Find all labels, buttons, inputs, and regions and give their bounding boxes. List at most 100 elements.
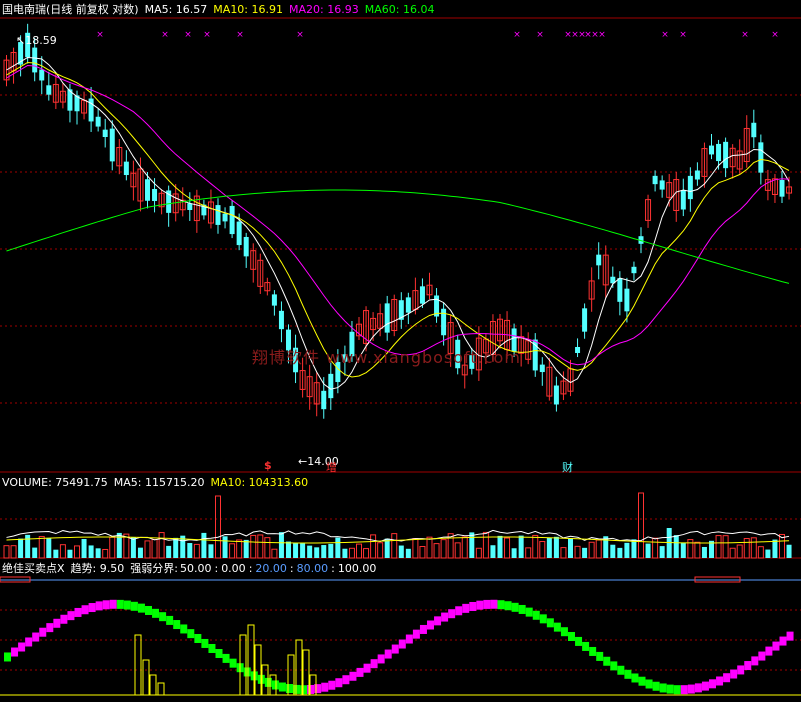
indicator-block bbox=[116, 599, 124, 609]
price-header: 国电南瑞(日线 前复权 对数) MA5: 16.57 MA10: 16.91 MA20… bbox=[2, 3, 440, 16]
candle-down bbox=[187, 203, 193, 211]
candle-down bbox=[321, 390, 327, 410]
volume-bar bbox=[130, 537, 136, 558]
candle-down bbox=[582, 308, 588, 332]
indicator-block bbox=[737, 665, 745, 675]
volume-bar bbox=[95, 548, 101, 558]
volume-bar bbox=[475, 547, 482, 559]
volume-bar bbox=[722, 535, 729, 559]
indicator-block bbox=[645, 679, 653, 689]
x-marker-icon: × bbox=[236, 30, 244, 40]
indicator-block bbox=[469, 601, 477, 611]
volume-bar bbox=[300, 543, 306, 558]
indicator-name[interactable]: 绝佳买卖点X bbox=[2, 562, 65, 575]
indicator-block bbox=[95, 601, 103, 611]
volume-bars[interactable] bbox=[3, 492, 792, 559]
indicator-block bbox=[617, 665, 625, 675]
x-marker-icon: × bbox=[203, 30, 211, 40]
indicator-block bbox=[518, 604, 526, 614]
x-marker-icon: × bbox=[679, 30, 687, 40]
indicator-block bbox=[553, 622, 561, 632]
indicator-block bbox=[152, 608, 160, 618]
x-marker-icon: × bbox=[771, 30, 779, 40]
volume-bar bbox=[765, 549, 771, 558]
volume-bar bbox=[67, 549, 73, 558]
indicator-block bbox=[568, 631, 575, 641]
high-price-label: ↖18.59 bbox=[16, 34, 57, 47]
candle-down bbox=[39, 69, 45, 81]
indicator-block bbox=[342, 675, 350, 685]
volume-bar bbox=[736, 544, 743, 559]
indicator-block bbox=[4, 652, 11, 662]
indicator-block bbox=[130, 601, 138, 611]
indicator-block bbox=[638, 676, 646, 686]
indicator-block bbox=[208, 643, 216, 653]
indicator-block bbox=[624, 669, 632, 679]
indicator-block bbox=[166, 615, 174, 625]
ma60-line bbox=[6, 189, 790, 284]
volume-bar bbox=[377, 542, 384, 559]
ma60-readout: MA60: 16.04 bbox=[364, 3, 435, 16]
x-marker-icon: × bbox=[536, 30, 544, 40]
volume-bar bbox=[208, 544, 214, 558]
volume-bar bbox=[610, 544, 616, 558]
candle-down bbox=[680, 190, 686, 210]
volume-bar bbox=[18, 538, 24, 558]
indicator-block bbox=[314, 684, 322, 694]
volume-bar bbox=[645, 543, 651, 558]
volume-bar bbox=[624, 542, 630, 558]
ma5-line bbox=[6, 56, 790, 390]
candle-down bbox=[709, 145, 714, 155]
top-x-markers: × × × × × × × × × × ×× × × × × × × bbox=[96, 30, 779, 40]
volume-bar bbox=[151, 539, 158, 559]
candle-down bbox=[328, 373, 334, 399]
candle-down bbox=[631, 266, 637, 274]
zeng-marker: 增 bbox=[326, 461, 337, 474]
candle-down bbox=[723, 141, 729, 169]
trend-readout: 趋势: 9.50 bbox=[70, 562, 125, 575]
volume-bar bbox=[243, 539, 249, 558]
boundary-80: 80.00 bbox=[296, 562, 329, 575]
volume-bar bbox=[335, 537, 341, 558]
boundary-title: 强弱分界: bbox=[130, 562, 178, 575]
volume-bar bbox=[687, 539, 694, 559]
volume-bar bbox=[173, 537, 179, 558]
volume-bar bbox=[144, 540, 151, 559]
volume-bar bbox=[652, 537, 659, 559]
volume-bar bbox=[412, 538, 419, 559]
candle-down bbox=[758, 142, 764, 173]
volume-bar bbox=[715, 535, 722, 559]
indicator-block bbox=[539, 614, 547, 624]
volume-bar bbox=[750, 537, 757, 559]
volume-bar bbox=[236, 539, 243, 559]
volume-bar bbox=[582, 547, 588, 558]
instrument-title[interactable]: 国电南瑞(日线 前复权 对数) bbox=[2, 3, 139, 16]
volume-bar bbox=[433, 543, 440, 559]
volume-bar bbox=[539, 541, 546, 559]
indicator-column bbox=[142, 659, 150, 696]
indicator-block bbox=[497, 600, 505, 610]
indicator-block bbox=[680, 685, 688, 695]
indicator-block bbox=[603, 656, 611, 666]
indicator-block bbox=[53, 618, 61, 628]
volume-bar bbox=[363, 548, 370, 559]
indicator-block bbox=[278, 682, 286, 692]
volume-bar bbox=[638, 492, 644, 559]
ma20-line bbox=[6, 64, 790, 366]
indicator-block bbox=[39, 627, 47, 637]
volume-bar bbox=[3, 545, 10, 559]
volume-bar bbox=[328, 543, 334, 558]
candle-down bbox=[229, 205, 235, 235]
indicator-block bbox=[173, 620, 181, 630]
indicator-block bbox=[779, 636, 787, 646]
indicator-block bbox=[145, 605, 152, 615]
candle-down bbox=[215, 205, 221, 225]
indicator-bars[interactable] bbox=[0, 576, 801, 696]
indicator-block bbox=[504, 601, 512, 611]
candle-down bbox=[405, 297, 411, 313]
volume-bar bbox=[617, 547, 623, 558]
indicator-block bbox=[137, 603, 145, 613]
indicator-block bbox=[455, 606, 463, 616]
volume-bar bbox=[546, 537, 552, 558]
candle-down bbox=[694, 170, 700, 180]
